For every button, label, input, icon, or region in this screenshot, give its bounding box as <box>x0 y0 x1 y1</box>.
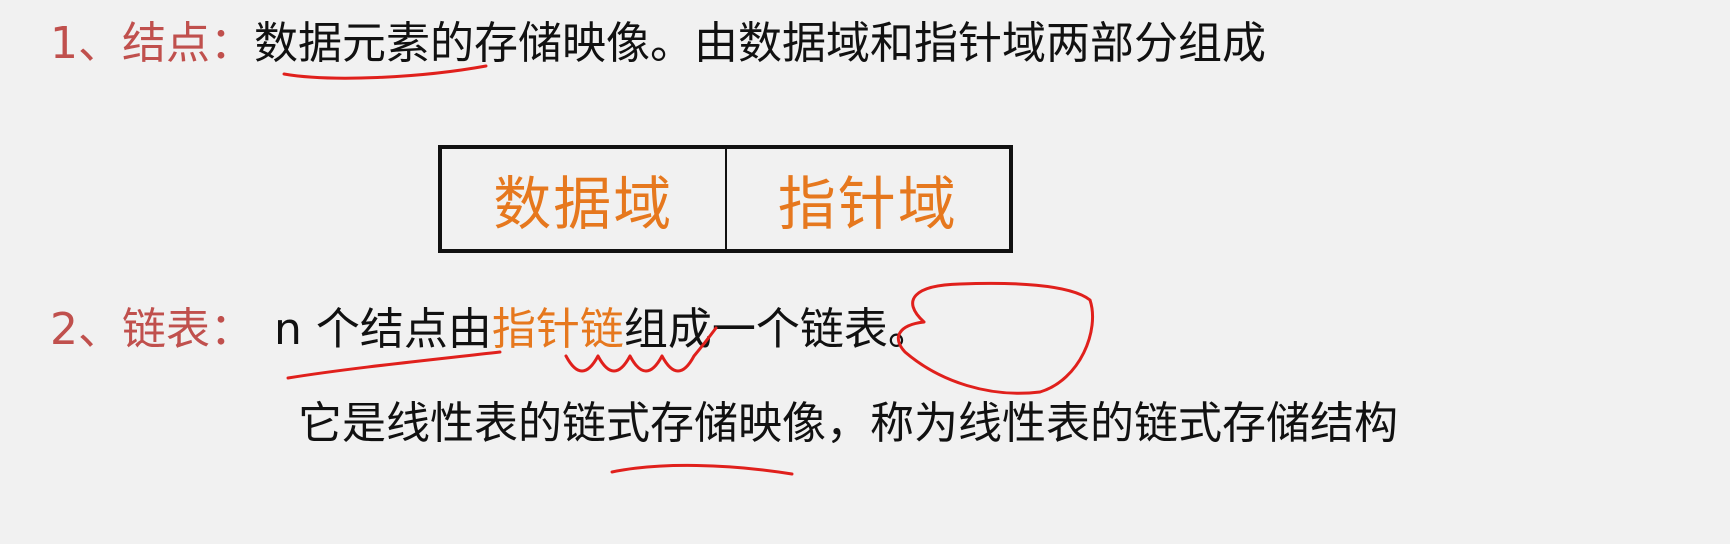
handwritten-annotations <box>282 64 1095 476</box>
node-structure-diagram: 数据域 指针域 <box>438 145 1013 253</box>
section1-line: 1、结点：数据元素的存储映像。由数据域和指针域两部分组成 <box>50 22 1266 66</box>
data-field-cell: 数据域 <box>493 170 674 238</box>
section2-text-after: 组成一个链表。 <box>623 304 932 355</box>
section1-label: 1、结点： <box>50 18 254 69</box>
pointer-field-cell: 指针域 <box>724 149 1010 249</box>
section1-definition: 数据元素的存储映像。由数据域和指针域两部分组成 <box>254 18 1266 69</box>
section2-explanation: 它是线性表的链式存储映像，称为线性表的链式存储结构 <box>298 398 1398 449</box>
underline-chain-storage <box>610 463 794 476</box>
section2-highlight: 指针链 <box>491 304 624 355</box>
section2-label: 2、链表： <box>50 304 254 355</box>
section2-text-before: n 个结点由 <box>274 304 492 355</box>
underline-n-nodes <box>286 350 502 380</box>
section2-line: 2、链表： n 个结点由指针链组成一个链表。 <box>50 308 932 352</box>
